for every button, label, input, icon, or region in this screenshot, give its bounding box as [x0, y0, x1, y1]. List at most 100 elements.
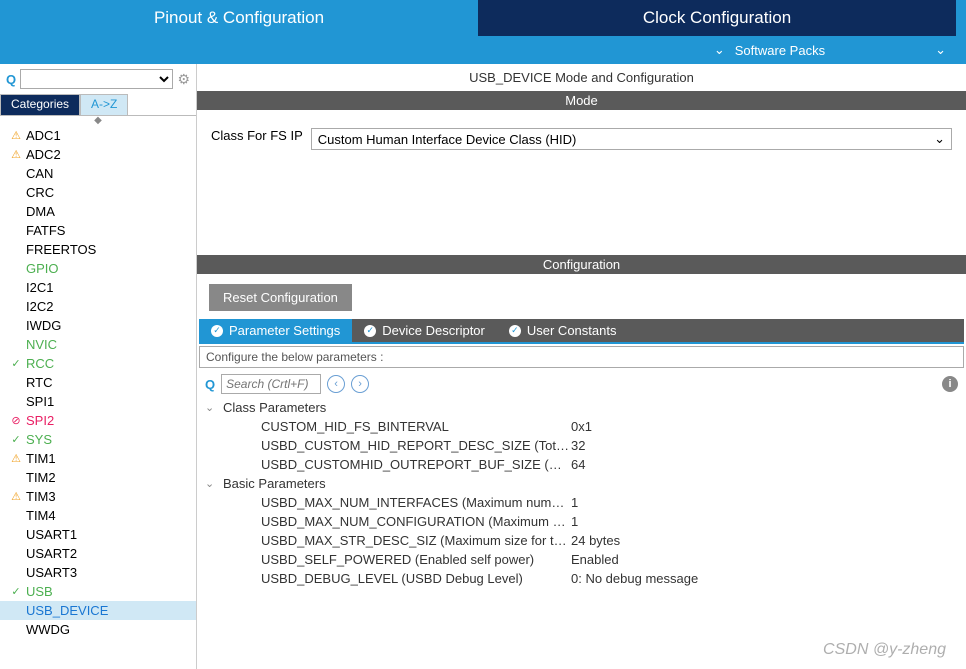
tab-clock[interactable]: Clock Configuration — [478, 0, 956, 36]
sub-bar: ⌄ Software Packs ⌄ — [0, 36, 966, 64]
param-row[interactable]: CUSTOM_HID_FS_BINTERVAL0x1 — [205, 417, 958, 436]
info-icon[interactable]: i — [942, 376, 958, 392]
group-name: Class Parameters — [223, 400, 326, 415]
tab-parameter-settings[interactable]: ✓ Parameter Settings — [199, 319, 352, 342]
tab-label: Device Descriptor — [382, 323, 485, 338]
tree-item-label: NVIC — [26, 337, 57, 352]
warn-icon: ⚠ — [8, 452, 24, 465]
sidebar-tab-az[interactable]: A->Z — [80, 94, 128, 115]
search-icon[interactable]: Q — [6, 72, 16, 87]
tree-item-fatfs[interactable]: FATFS — [0, 221, 196, 240]
param-name: USBD_MAX_STR_DESC_SIZ (Maximum size for … — [261, 533, 571, 548]
tree-item-label: TIM2 — [26, 470, 56, 485]
next-icon[interactable]: › — [351, 375, 369, 393]
reset-button[interactable]: Reset Configuration — [209, 284, 352, 311]
tree-item-i2c1[interactable]: I2C1 — [0, 278, 196, 297]
tree-item-tim4[interactable]: TIM4 — [0, 506, 196, 525]
param-row[interactable]: USBD_MAX_STR_DESC_SIZ (Maximum size for … — [205, 531, 958, 550]
tab-pinout[interactable]: Pinout & Configuration — [0, 0, 478, 36]
tree-item-tim2[interactable]: TIM2 — [0, 468, 196, 487]
software-packs-label[interactable]: Software Packs — [735, 43, 825, 58]
tree-item-freertos[interactable]: FREERTOS — [0, 240, 196, 259]
tree-item-label: SYS — [26, 432, 52, 447]
ok-icon: ✓ — [8, 585, 24, 598]
chevron-down-icon: ⌄ — [714, 42, 725, 58]
config-search-input[interactable] — [221, 374, 321, 394]
gear-icon[interactable]: ⚙ — [177, 71, 190, 88]
param-row[interactable]: USBD_SELF_POWERED (Enabled self power)En… — [205, 550, 958, 569]
ok-icon: ✓ — [8, 357, 24, 370]
config-header: Configuration — [197, 255, 966, 274]
tab-label: User Constants — [527, 323, 617, 338]
mode-select-value: Custom Human Interface Device Class (HID… — [318, 132, 577, 147]
tree-item-label: USB_DEVICE — [26, 603, 108, 618]
chevron-down-icon[interactable]: ⌄ — [935, 42, 946, 58]
tree-item-label: IWDG — [26, 318, 61, 333]
collapse-handle[interactable]: ◆ — [0, 116, 196, 126]
param-name: USBD_CUSTOMHID_OUTREPORT_BUF_SIZE (Ma… — [261, 457, 571, 472]
tree-item-spi1[interactable]: SPI1 — [0, 392, 196, 411]
tree-item-sys[interactable]: ✓SYS — [0, 430, 196, 449]
tree-item-gpio[interactable]: GPIO — [0, 259, 196, 278]
tree-item-spi2[interactable]: ⊘SPI2 — [0, 411, 196, 430]
warn-icon: ⚠ — [8, 129, 24, 142]
tree-item-dma[interactable]: DMA — [0, 202, 196, 221]
tree-item-adc2[interactable]: ⚠ADC2 — [0, 145, 196, 164]
param-group-header[interactable]: ⌄ Class Parameters — [205, 398, 958, 417]
tree-item-label: CRC — [26, 185, 54, 200]
tree-item-i2c2[interactable]: I2C2 — [0, 297, 196, 316]
tree-item-crc[interactable]: CRC — [0, 183, 196, 202]
search-icon[interactable]: Q — [205, 377, 215, 392]
mode-label: Class For FS IP — [211, 128, 303, 143]
tree-item-label: CAN — [26, 166, 53, 181]
tree-item-label: I2C2 — [26, 299, 53, 314]
param-value: 1 — [571, 495, 578, 510]
tree-item-label: SPI1 — [26, 394, 54, 409]
tree-item-label: USART3 — [26, 565, 77, 580]
tree-item-label: DMA — [26, 204, 55, 219]
tree-item-usart3[interactable]: USART3 — [0, 563, 196, 582]
param-row[interactable]: USBD_MAX_NUM_INTERFACES (Maximum numb…1 — [205, 493, 958, 512]
tree-item-rtc[interactable]: RTC — [0, 373, 196, 392]
group-name: Basic Parameters — [223, 476, 326, 491]
tab-label: Parameter Settings — [229, 323, 340, 338]
tree-item-usb[interactable]: ✓USB — [0, 582, 196, 601]
tree-item-nvic[interactable]: NVIC — [0, 335, 196, 354]
chevron-down-icon: ⌄ — [205, 401, 217, 414]
tree-item-iwdg[interactable]: IWDG — [0, 316, 196, 335]
tree-item-tim3[interactable]: ⚠TIM3 — [0, 487, 196, 506]
param-name: USBD_MAX_NUM_CONFIGURATION (Maximum n… — [261, 514, 571, 529]
tree-item-adc1[interactable]: ⚠ADC1 — [0, 126, 196, 145]
tree-item-label: TIM4 — [26, 508, 56, 523]
param-name: CUSTOM_HID_FS_BINTERVAL — [261, 419, 571, 434]
param-value: 64 — [571, 457, 585, 472]
tree-item-usart1[interactable]: USART1 — [0, 525, 196, 544]
tree-item-label: FREERTOS — [26, 242, 96, 257]
content-title: USB_DEVICE Mode and Configuration — [197, 64, 966, 91]
prev-icon[interactable]: ‹ — [327, 375, 345, 393]
sidebar-search-select[interactable] — [20, 69, 173, 89]
tree-item-usart2[interactable]: USART2 — [0, 544, 196, 563]
tab-device-descriptor[interactable]: ✓ Device Descriptor — [352, 319, 497, 342]
tree-item-rcc[interactable]: ✓RCC — [0, 354, 196, 373]
param-row[interactable]: USBD_DEBUG_LEVEL (USBD Debug Level)0: No… — [205, 569, 958, 588]
tree-item-usb_device[interactable]: USB_DEVICE — [0, 601, 196, 620]
param-row[interactable]: USBD_CUSTOM_HID_REPORT_DESC_SIZE (Total…… — [205, 436, 958, 455]
sidebar-tab-categories[interactable]: Categories — [0, 94, 80, 115]
ok-icon: ✓ — [8, 433, 24, 446]
tab-user-constants[interactable]: ✓ User Constants — [497, 319, 629, 342]
param-row[interactable]: USBD_MAX_NUM_CONFIGURATION (Maximum n…1 — [205, 512, 958, 531]
check-icon: ✓ — [211, 325, 223, 337]
err-icon: ⊘ — [8, 414, 24, 427]
mode-select[interactable]: Custom Human Interface Device Class (HID… — [311, 128, 952, 150]
tree-item-label: FATFS — [26, 223, 65, 238]
param-row[interactable]: USBD_CUSTOMHID_OUTREPORT_BUF_SIZE (Ma…64 — [205, 455, 958, 474]
tree-item-wwdg[interactable]: WWDG — [0, 620, 196, 639]
param-group-header[interactable]: ⌄Basic Parameters — [205, 474, 958, 493]
tree-item-can[interactable]: CAN — [0, 164, 196, 183]
param-value: 32 — [571, 438, 585, 453]
tree-item-label: TIM3 — [26, 489, 56, 504]
param-value: Enabled — [571, 552, 619, 567]
chevron-down-icon: ⌄ — [934, 131, 945, 147]
tree-item-tim1[interactable]: ⚠TIM1 — [0, 449, 196, 468]
